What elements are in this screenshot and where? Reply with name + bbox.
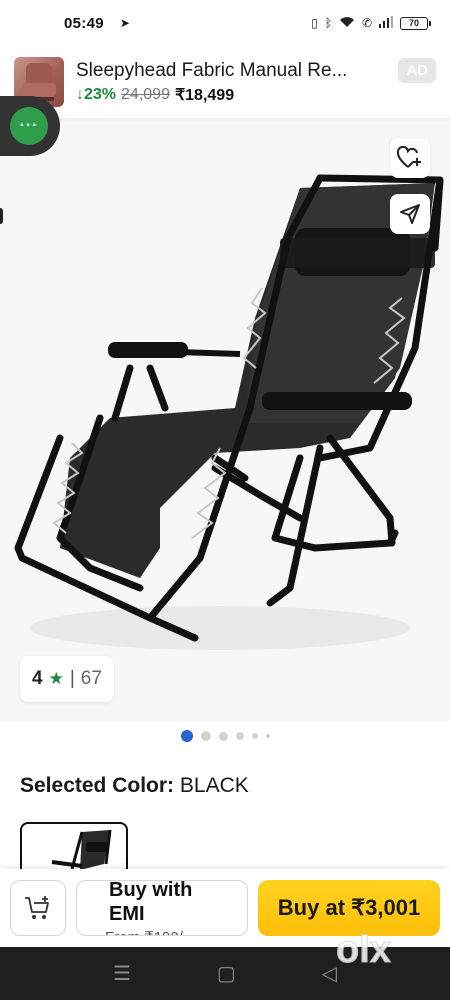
sticky-product-header[interactable]: Sleepyhead Fabric Manual Re... ↓23% 24,0… xyxy=(0,46,450,118)
header-product-title: Sleepyhead Fabric Manual Re... xyxy=(76,59,348,81)
discount-percent: ↓23% xyxy=(76,85,117,103)
status-time: 05:49 xyxy=(64,14,104,32)
ad-badge: AD xyxy=(398,58,436,83)
heart-plus-icon xyxy=(397,146,421,168)
header-info: Sleepyhead Fabric Manual Re... ↓23% 24,0… xyxy=(76,60,436,105)
share-button[interactable] xyxy=(390,194,430,234)
call-icon: ✆ xyxy=(361,16,372,30)
carousel-dot[interactable] xyxy=(218,731,228,741)
rating-value: 4 xyxy=(32,668,43,689)
selling-price: ₹18,499 xyxy=(174,86,235,104)
rating-chip[interactable]: 4 ★ | 67 xyxy=(20,656,114,702)
cart-plus-icon xyxy=(25,896,49,919)
svg-text:olx: olx xyxy=(336,930,391,970)
header-price-row: ↓23% 24,099 ₹18,499 xyxy=(76,85,436,105)
status-bar: 05:49 ➤ ▯ ᛒ ✆ 70 xyxy=(0,0,450,46)
product-page: 05:49 ➤ ▯ ᛒ ✆ 70 Sleepyhead Fabric Manua… xyxy=(0,0,450,1000)
buy-with-emi-button[interactable]: Buy with EMI From ₹190/ xyxy=(76,880,248,936)
navigation-arrow-icon: ➤ xyxy=(119,16,130,30)
product-image-gallery[interactable]: 4 ★ | 67 xyxy=(0,118,450,722)
original-price: 24,099 xyxy=(121,85,170,103)
menu-icon[interactable]: ☰ xyxy=(113,961,131,986)
signal-icon xyxy=(379,15,393,31)
selected-color-value: BLACK xyxy=(179,774,249,797)
vibrate-icon: ▯ xyxy=(311,16,318,30)
floating-chat-bubble[interactable]: ··· xyxy=(0,96,60,156)
emi-title-line1: Buy with xyxy=(109,880,193,901)
carousel-dot[interactable] xyxy=(235,732,244,740)
back-triangle-icon[interactable]: ◁ xyxy=(322,961,337,986)
carousel-dot[interactable] xyxy=(180,730,193,742)
emi-title-line2: EMI xyxy=(109,903,145,925)
share-arrow-icon xyxy=(400,204,420,224)
star-icon: ★ xyxy=(48,669,64,688)
rating-separator: | xyxy=(69,668,75,689)
battery-icon: 70 xyxy=(400,16,431,30)
selected-color-row: Selected Color: BLACK xyxy=(20,774,249,798)
emi-from-price: From ₹190/ xyxy=(105,928,183,935)
selected-color-label: Selected Color: xyxy=(20,774,175,797)
carousel-indicator[interactable] xyxy=(0,730,450,742)
add-to-cart-button[interactable] xyxy=(10,880,66,936)
rating-count: 67 xyxy=(80,668,102,689)
more-dots-icon: ··· xyxy=(10,107,48,145)
buy-now-button[interactable]: Buy at ₹3,001 xyxy=(258,880,440,936)
bluetooth-icon: ᛒ xyxy=(324,16,332,30)
home-square-icon[interactable]: ▢ xyxy=(217,961,236,986)
product-image-chair xyxy=(14,174,444,650)
wishlist-button[interactable] xyxy=(390,138,430,178)
edge-handle xyxy=(0,208,3,224)
status-icons: ▯ ᛒ ✆ 70 xyxy=(311,15,431,31)
carousel-dot[interactable] xyxy=(265,734,270,738)
carousel-dot[interactable] xyxy=(251,733,258,739)
carousel-dot[interactable] xyxy=(200,731,211,741)
olx-watermark-logo: olx xyxy=(336,930,391,970)
wifi-icon xyxy=(339,16,355,31)
